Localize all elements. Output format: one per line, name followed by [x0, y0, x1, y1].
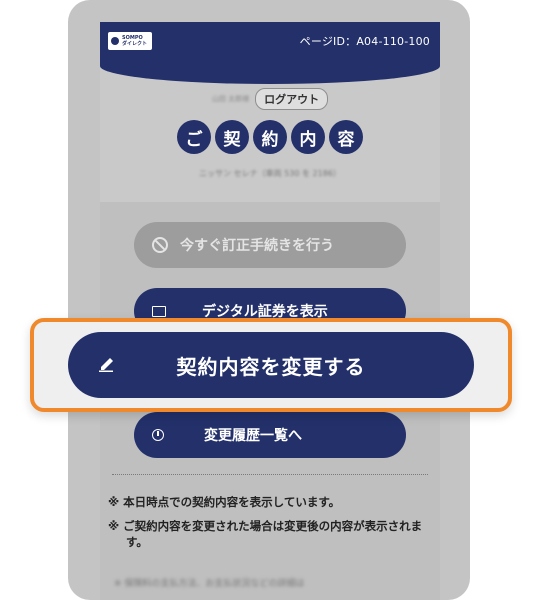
- notes: ※ 本日時点での契約内容を表示しています。 ※ ご契約内容を変更された場合は変更…: [108, 494, 434, 558]
- header-bar: SOMPO ダイレクト ページID：A04-110-100: [100, 22, 440, 84]
- correct-procedure-label: 今すぐ訂正手続きを行う: [180, 238, 334, 254]
- page-title: ご 契 約 内 容: [100, 120, 440, 160]
- prohibit-icon: [152, 237, 168, 253]
- title-char: 容: [329, 120, 363, 154]
- correct-procedure-button[interactable]: 今すぐ訂正手続きを行う: [134, 222, 406, 268]
- change-contract-button[interactable]: 契約内容を変更する: [68, 332, 474, 398]
- highlight-callout: 契約内容を変更する: [30, 318, 512, 412]
- document-icon: [152, 305, 166, 317]
- clock-icon: [152, 429, 164, 441]
- page-id: ページID：A04-110-100: [299, 35, 430, 48]
- title-char: ご: [177, 120, 211, 154]
- vehicle-info: ニッサン セレナ（車両 530 を 2186）: [199, 169, 341, 178]
- title-char: 契: [215, 120, 249, 154]
- change-contract-label: 契約内容を変更する: [176, 354, 366, 379]
- title-char: 内: [291, 120, 325, 154]
- logout-button[interactable]: ログアウト: [255, 88, 329, 110]
- change-history-button[interactable]: 変更履歴一覧へ: [134, 412, 406, 458]
- note-blurred: ※ 保険料の支払方法、お支払状況などの詳細は: [114, 579, 305, 589]
- phone-frame: SOMPO ダイレクト ページID：A04-110-100 山田 太郎様 ログア…: [68, 0, 470, 600]
- logo-mark-icon: [111, 37, 119, 45]
- sompo-logo: SOMPO ダイレクト: [108, 32, 152, 50]
- user-row: 山田 太郎様 ログアウト: [100, 88, 440, 110]
- divider: [112, 474, 428, 475]
- user-name: 山田 太郎様: [211, 95, 250, 103]
- note-item: ※ ご契約内容を変更された場合は変更後の内容が表示されます。: [108, 519, 423, 549]
- app-screen: SOMPO ダイレクト ページID：A04-110-100 山田 太郎様 ログア…: [100, 22, 440, 600]
- title-char: 約: [253, 120, 287, 154]
- logo-text: SOMPO ダイレクト: [122, 35, 148, 47]
- note-item: ※ 本日時点での契約内容を表示しています。: [108, 495, 341, 509]
- change-history-label: 変更履歴一覧へ: [204, 428, 302, 444]
